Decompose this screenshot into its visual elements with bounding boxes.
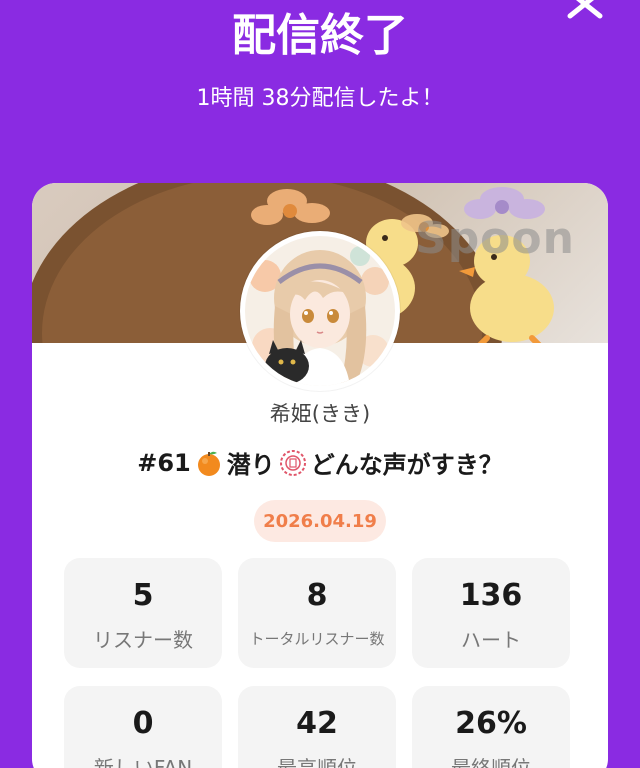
stat-value: 5 bbox=[132, 578, 154, 613]
seal-emoji-icon bbox=[279, 449, 307, 477]
live-title-suffix: どんな声がすき？ bbox=[310, 451, 503, 479]
stat-value: 42 bbox=[296, 706, 338, 741]
orange-emoji-icon bbox=[195, 449, 223, 477]
live-title-mid: 潜り bbox=[226, 451, 275, 479]
stat-final-rank: 26% 最終順位 bbox=[412, 686, 570, 768]
stat-hearts: 136 ハート bbox=[412, 558, 570, 668]
stream-duration-text: 1時間 38分配信したよ！ bbox=[196, 86, 444, 111]
stat-value: 26% bbox=[455, 706, 527, 741]
stat-new-fans: 0 新しいFAN bbox=[64, 686, 222, 768]
summary-card: Spoon 希姫(きき) #61 潜り どんな声がすき？ 2026.04.19 … bbox=[32, 183, 608, 768]
stat-label: ハート bbox=[461, 628, 521, 652]
stat-label: 新しいFAN bbox=[93, 756, 193, 768]
avatar-image bbox=[245, 236, 395, 386]
stat-value: 8 bbox=[306, 578, 328, 613]
stat-label: 最高順位 bbox=[277, 756, 357, 768]
date-badge: 2026.04.19 bbox=[254, 500, 386, 542]
stat-total-listeners: 8 トータルリスナー数 bbox=[238, 558, 396, 668]
user-name: 希姫(きき) bbox=[269, 402, 371, 426]
stat-label: トータルリスナー数 bbox=[249, 630, 385, 648]
stat-label: リスナー数 bbox=[93, 628, 193, 652]
live-title: #61 潜り どんな声がすき？ bbox=[32, 445, 608, 480]
page-title: 配信終了 bbox=[232, 10, 408, 61]
watermark-text: Spoon bbox=[415, 213, 575, 264]
stream-end-screen: 配信終了 1時間 38分配信したよ！ Spoon 希姫(きき) #61 潜り ど… bbox=[0, 0, 640, 768]
stat-listeners: 5 リスナー数 bbox=[64, 558, 222, 668]
stat-value: 136 bbox=[459, 578, 523, 613]
live-title-prefix: #61 bbox=[137, 448, 191, 477]
stat-value: 0 bbox=[132, 706, 154, 741]
stat-best-rank: 42 最高順位 bbox=[238, 686, 396, 768]
avatar[interactable] bbox=[240, 231, 400, 391]
stat-label: 最終順位 bbox=[451, 756, 531, 768]
